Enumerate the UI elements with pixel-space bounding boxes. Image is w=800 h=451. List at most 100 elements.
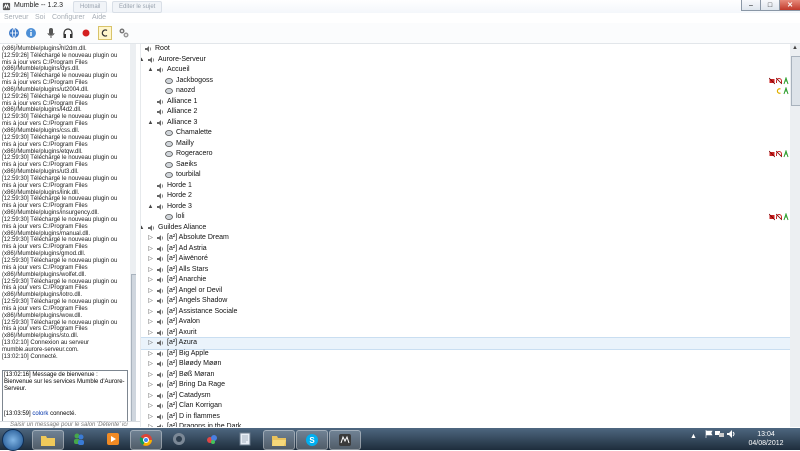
expand-toggle-icon[interactable]: ▲ [147,66,154,74]
expand-toggle-icon[interactable]: ▲ [141,224,145,232]
tree-channel[interactable]: ▷ [a²] Assistance Sociale [141,307,791,318]
tree-channel[interactable]: Alliance 1 [141,97,791,108]
scroll-up-icon[interactable]: ▲ [791,45,799,53]
expand-toggle-icon[interactable]: ▷ [147,402,154,410]
tree-user[interactable]: loli [141,212,791,223]
tree-channel[interactable]: ▷ [a²] Avalon [141,317,791,328]
expand-toggle-icon[interactable]: ▲ [147,203,154,211]
tree-channel[interactable]: ▷ [a²] Dragons in the Dark [141,422,791,427]
expand-toggle-icon[interactable]: ▷ [147,266,154,274]
taskbar-explorer[interactable] [32,430,64,450]
log-scroll-thumb[interactable] [131,274,136,421]
expand-toggle-icon[interactable]: ▷ [147,245,154,253]
mute-self-button[interactable] [44,26,58,40]
menu-serveur[interactable]: Serveur [4,14,29,21]
expand-toggle-icon[interactable]: ▲ [141,56,145,64]
tree-channel[interactable]: ▷ [a²] Alls Stars [141,265,791,276]
connect-button[interactable] [7,26,21,40]
tree-channel[interactable]: ▷ [a²] Absolute Dream [141,233,791,244]
tree-root[interactable]: Root [141,44,791,55]
background-tab-hotmail[interactable]: Hotmail [73,1,108,13]
tree-channel[interactable]: ▷ [a²] Bløødy Møøn [141,359,791,370]
taskbar-mumble[interactable] [329,430,361,450]
minimize-button[interactable]: – [741,0,761,11]
expand-toggle-icon[interactable]: ▷ [147,371,154,379]
tree-channel[interactable]: ▷ [a²] D in flammes [141,412,791,423]
tree-user[interactable]: Chamalette [141,128,791,139]
expand-toggle-icon[interactable]: ▷ [147,413,154,421]
tree-channel[interactable]: Alliance 2 [141,107,791,118]
tree-channel[interactable]: ▲ Accueil [141,65,791,76]
log-line: [12:59:26] Téléchargé le nouveau plugin … [2,52,119,73]
menu-aide[interactable]: Aide [92,14,106,21]
expand-toggle-icon[interactable]: ▷ [147,276,154,284]
channel-tree[interactable]: Root ▲ Aurore-Serveur ▲ Accueil Jackbogoss nao… [140,44,791,427]
tree-channel[interactable]: ▷ [a²] Azura [141,337,791,350]
expand-toggle-icon[interactable]: ▷ [147,423,154,427]
expand-toggle-icon[interactable]: ▷ [147,308,154,316]
tree-user[interactable]: Rogeracero [141,149,791,160]
taskbar-notepad[interactable] [230,430,260,448]
tree-channel[interactable]: Horde 1 [141,181,791,192]
expand-toggle-icon[interactable]: ▷ [147,360,154,368]
tree-channel[interactable]: ▷ [a²] Bring Da Rage [141,380,791,391]
tree-user[interactable]: tourbilal [141,170,791,181]
tree-channel[interactable]: ▲ Horde 3 [141,202,791,213]
background-tab-editer[interactable]: Editer le sujet [112,1,163,13]
tree-channel[interactable]: ▷ [a²] Bøß Møran [141,370,791,381]
deafen-self-button[interactable] [61,26,75,40]
expand-toggle-icon[interactable]: ▷ [147,339,154,347]
tree-channel[interactable]: ▲ Alliance 3 [141,118,791,129]
tree-channel[interactable]: ▷ [a²] Ad Astria [141,244,791,255]
log-pane[interactable]: ms à jour vers C:/Program Files (x86)/Mu… [0,44,136,421]
maximize-button[interactable]: □ [760,0,780,11]
tray-expand-icon[interactable]: ▲ [690,433,697,440]
tree-channel[interactable]: ▷ [a²] Anarchie [141,275,791,286]
tree-channel[interactable]: ▷ [a²] Angels Shadow [141,296,791,307]
expand-toggle-icon[interactable]: ▷ [147,381,154,389]
close-button[interactable]: ✕ [779,0,800,11]
tree-scrollbar[interactable]: ▲ [790,44,800,427]
configure-button[interactable] [117,26,131,40]
expand-toggle-icon[interactable]: ▲ [147,119,154,127]
expand-toggle-icon[interactable]: ▷ [147,350,154,358]
tree-user[interactable]: Jackbogoss [141,76,791,87]
tree-channel[interactable]: ▷ [a²] Big Apple [141,349,791,360]
expand-toggle-icon[interactable]: ▷ [147,287,154,295]
tree-channel[interactable]: ▷ [a²] Clan Korrigan [141,401,791,412]
tree-scroll-thumb[interactable] [791,56,800,106]
taskbar-folder[interactable] [263,430,295,450]
tree-channel[interactable]: ▷ [a²] Catadysm [141,391,791,402]
system-tray[interactable]: ▲ [690,430,737,440]
tree-user[interactable]: naozd [141,86,791,97]
tree-channel[interactable]: ▷ [a²] Aiwënoré [141,254,791,265]
taskbar-messenger[interactable] [64,430,94,448]
expand-toggle-icon[interactable]: ▷ [147,318,154,326]
taskbar-skype[interactable]: S [296,430,328,450]
expand-toggle-icon[interactable]: ▷ [147,297,154,305]
start-button[interactable] [2,429,24,451]
tree-channel[interactable]: Horde 2 [141,191,791,202]
expand-toggle-icon[interactable]: ▷ [147,255,154,263]
tree-channel[interactable]: ▷ [a²] Angel or Devil [141,286,791,297]
tree-channel[interactable]: ▲ Guildes Aliance [141,223,791,234]
tree-channel[interactable]: ▲ Aurore-Serveur [141,55,791,66]
expand-toggle-icon[interactable]: ▷ [147,329,154,337]
taskbar-paint[interactable] [197,430,227,448]
last-log-user[interactable]: colork [32,411,48,417]
tree-user[interactable]: Mailly [141,139,791,150]
record-button[interactable] [79,26,93,40]
expand-toggle-icon[interactable]: ▷ [147,234,154,242]
log-scrollbar[interactable] [130,44,136,421]
taskbar-media-player[interactable] [98,430,128,448]
clock[interactable]: 13:04 04/08/2012 [741,430,791,448]
server-info-button[interactable] [24,26,38,40]
menu-configurer[interactable]: Configurer [52,14,85,21]
tree-channel[interactable]: ▷ [a²] Axurit [141,328,791,339]
tree-user[interactable]: Saeiks [141,160,791,171]
taskbar-chrome[interactable] [130,430,162,450]
taskbar-vpn[interactable] [164,430,194,448]
expand-toggle-icon[interactable]: ▷ [147,392,154,400]
menu-soi[interactable]: Soi [35,14,45,21]
comment-button[interactable] [98,26,112,40]
